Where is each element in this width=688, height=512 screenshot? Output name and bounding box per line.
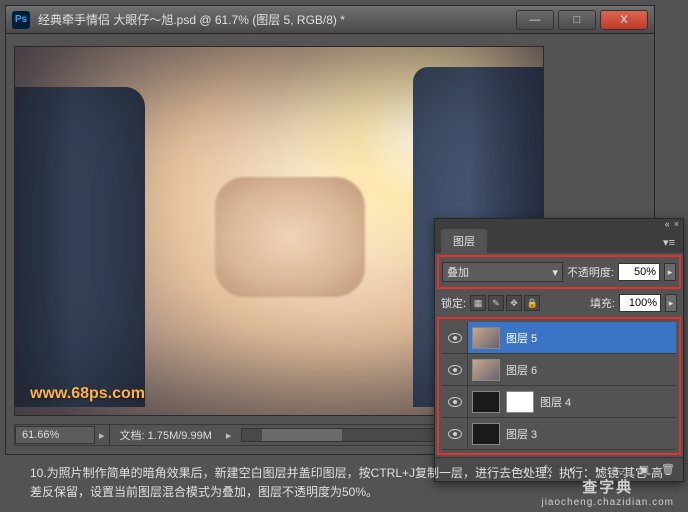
layer-main[interactable]: 图层 4 (468, 386, 676, 417)
layer-mask-thumbnail[interactable] (506, 391, 534, 413)
layer-name: 图层 3 (506, 426, 537, 442)
layer-name: 图层 5 (506, 330, 537, 346)
lock-buttons: ▦ ✎ ✥ 🔒 (470, 295, 540, 311)
ps-logo-icon: Ps (12, 11, 30, 29)
panel-menu-icon[interactable]: ▾≡ (655, 232, 683, 253)
visibility-toggle[interactable] (442, 418, 468, 449)
opacity-input[interactable] (618, 263, 660, 281)
zoom-arrow-icon[interactable]: ▸ (95, 427, 109, 444)
chevron-down-icon: ▾ (552, 266, 558, 279)
fill-input[interactable] (619, 294, 661, 312)
lock-label: 锁定: (441, 295, 466, 311)
titlebar[interactable]: Ps 经典牵手情侣 大眼仔～旭.psd @ 61.7% (图层 5, RGB/8… (6, 6, 654, 34)
layer-row[interactable]: 图层 4 (442, 386, 676, 418)
docinfo-arrow-icon[interactable]: ▸ (222, 427, 236, 444)
layer-list: 图层 5 图层 6图层 4图层 3 (442, 322, 676, 450)
visibility-toggle[interactable] (442, 354, 468, 385)
fill-flyout-icon[interactable]: ▸ (665, 294, 677, 312)
layers-panel[interactable]: « × 图层 ▾≡ 叠加 ▾ 不透明度: ▸ 锁定: ▦ ✎ ✥ 🔒 填充: ▸ (434, 218, 684, 482)
zoom-field[interactable]: 61.66% (15, 426, 95, 444)
close-button[interactable]: X (600, 10, 648, 30)
tab-layers[interactable]: 图层 (441, 229, 487, 253)
eye-icon (448, 333, 462, 343)
watermark-text: www.68ps.com (30, 385, 145, 403)
layer-row[interactable]: 图层 5 (442, 322, 676, 354)
opacity-label: 不透明度: (567, 264, 614, 280)
minimize-button[interactable]: — (516, 10, 554, 30)
panel-close-icon[interactable]: × (674, 219, 679, 229)
badge-url: jiaocheng.chazidian.com (541, 497, 674, 508)
layer-thumbnail[interactable] (472, 391, 500, 413)
lock-position-icon[interactable]: ✥ (506, 295, 522, 311)
maximize-button[interactable]: □ (558, 10, 596, 30)
visibility-toggle[interactable] (442, 386, 468, 417)
holding-hands (215, 177, 365, 297)
lock-pixels-icon[interactable]: ✎ (488, 295, 504, 311)
doc-info-value: 1.75M/9.99M (148, 430, 212, 442)
eye-icon (448, 397, 462, 407)
scroll-thumb[interactable] (262, 429, 342, 441)
site-badge: 查字典 jiaocheng.chazidian.com (541, 476, 674, 508)
layer-name: 图层 4 (540, 394, 571, 410)
lock-transparency-icon[interactable]: ▦ (470, 295, 486, 311)
layer-thumbnail[interactable] (472, 327, 500, 349)
layer-thumbnail[interactable] (472, 423, 500, 445)
lock-all-icon[interactable]: 🔒 (524, 295, 540, 311)
eye-icon (448, 429, 462, 439)
figure-left (14, 87, 145, 407)
window-title: 经典牵手情侣 大眼仔～旭.psd @ 61.7% (图层 5, RGB/8) * (38, 11, 516, 28)
panel-header-strip: « × (435, 219, 683, 229)
badge-title: 查字典 (541, 476, 674, 497)
blend-mode-select[interactable]: 叠加 ▾ (442, 262, 563, 282)
panel-collapse-icon[interactable]: « (665, 219, 670, 229)
layer-row[interactable]: 图层 6 (442, 354, 676, 386)
layer-thumbnail[interactable] (472, 359, 500, 381)
fill-label: 填充: (590, 295, 615, 311)
layer-main[interactable]: 图层 5 (468, 322, 676, 353)
highlighted-blend-row: 叠加 ▾ 不透明度: ▸ (437, 255, 681, 289)
layer-name: 图层 6 (506, 362, 537, 378)
layer-main[interactable]: 图层 3 (468, 418, 676, 449)
window-controls: — □ X (516, 10, 648, 30)
visibility-toggle[interactable] (442, 322, 468, 353)
blend-opacity-row: 叠加 ▾ 不透明度: ▸ (442, 260, 676, 284)
lock-fill-row: 锁定: ▦ ✎ ✥ 🔒 填充: ▸ (435, 291, 683, 315)
layer-main[interactable]: 图层 6 (468, 354, 676, 385)
doc-info: 文档: 1.75M/9.99M (109, 425, 222, 445)
layer-row[interactable]: 图层 3 (442, 418, 676, 450)
blend-mode-value: 叠加 (447, 264, 469, 280)
panel-tabs: 图层 ▾≡ (435, 229, 683, 253)
eye-icon (448, 365, 462, 375)
highlighted-layers-box: 图层 5 图层 6图层 4图层 3 (437, 317, 681, 455)
doc-info-label: 文档: (120, 430, 145, 442)
opacity-flyout-icon[interactable]: ▸ (664, 263, 676, 281)
